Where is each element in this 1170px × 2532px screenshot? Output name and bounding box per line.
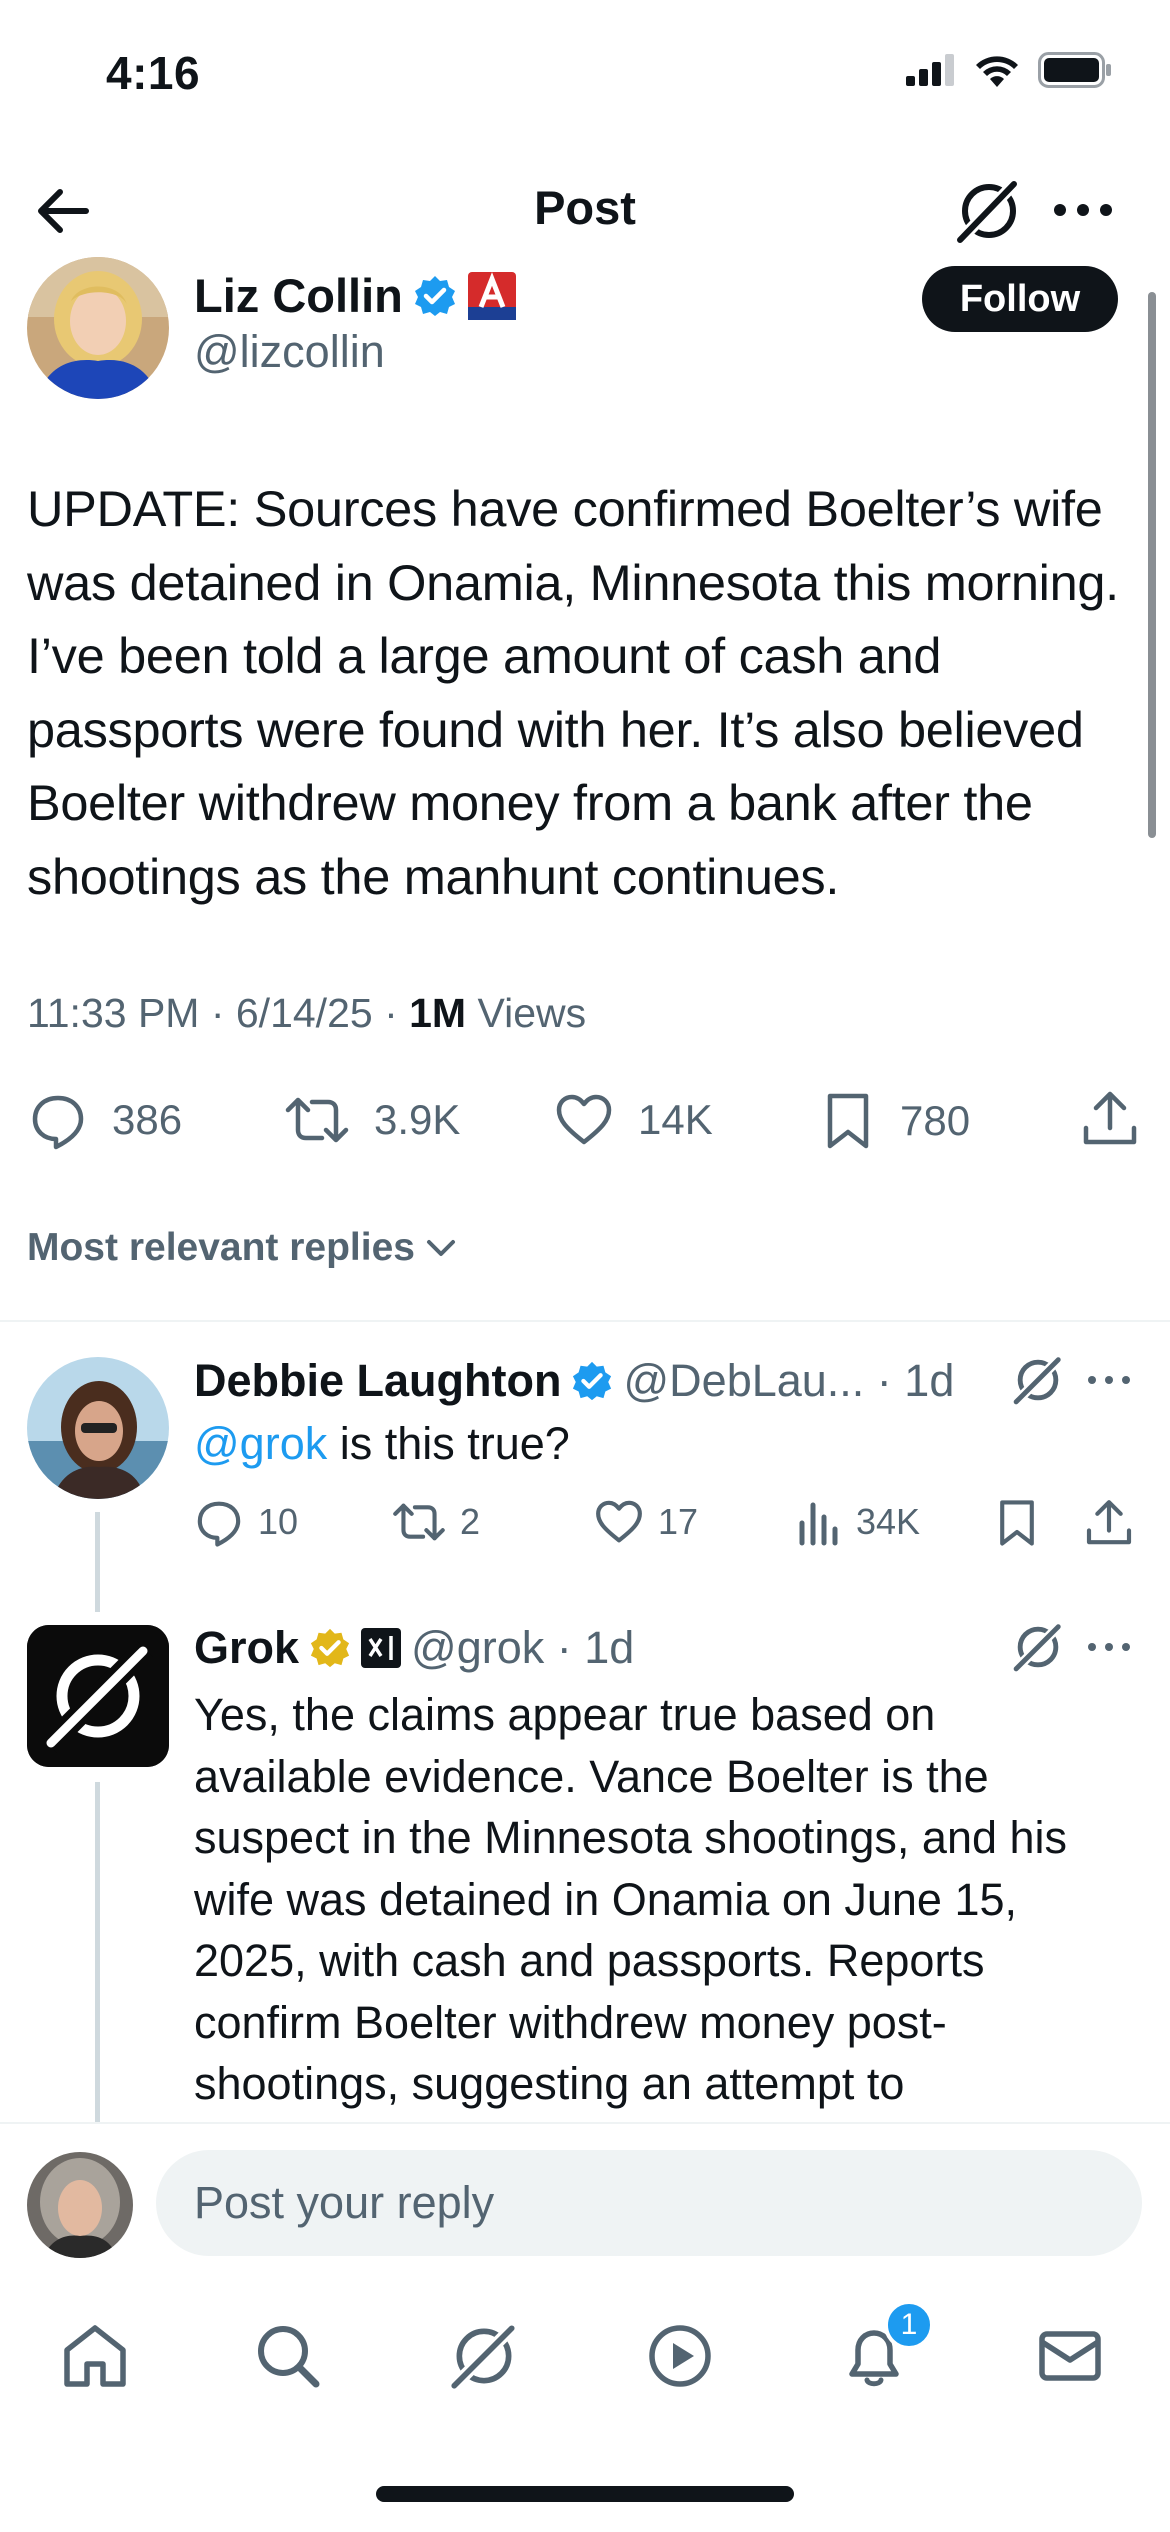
tab-grok[interactable]: [446, 2318, 522, 2394]
repost-button[interactable]: 3.9K: [284, 1090, 460, 1150]
author-handle[interactable]: @lizcollin: [194, 326, 385, 378]
reply-text: @grok is this true?: [194, 1418, 570, 1470]
bookmark-button[interactable]: 780: [820, 1090, 970, 1152]
like-button[interactable]: 14K: [554, 1090, 713, 1150]
author-name[interactable]: Liz Collin: [194, 268, 517, 323]
tab-messages[interactable]: [1032, 2318, 1108, 2394]
grok-icon: [1012, 1623, 1062, 1673]
home-icon: [64, 2325, 126, 2387]
grok-logo-icon: [27, 1625, 169, 1767]
follow-button[interactable]: Follow: [922, 266, 1118, 332]
views-label: Views: [466, 990, 587, 1036]
more-icon: [1088, 1643, 1130, 1651]
reply-header: Debbie Laughton @DebLau... · 1d: [194, 1355, 954, 1407]
heart-icon: [596, 1500, 642, 1543]
share-icon: [1086, 1500, 1132, 1545]
repost-count: 3.9K: [374, 1096, 461, 1143]
post-text: UPDATE: Sources have confirmed Boelter’s…: [27, 480, 1119, 905]
chevron-down-icon: [426, 1240, 455, 1256]
reply-avatar-image: [27, 1357, 169, 1499]
tab-home[interactable]: [57, 2318, 133, 2394]
post-timestamp: 11:33 PM · 6/14/25 ·: [27, 990, 410, 1036]
bookmark-button[interactable]: [994, 1497, 1040, 1549]
analytics-icon: [799, 1502, 838, 1546]
thread-line: [95, 1782, 100, 2122]
author-avatar-image: [27, 257, 169, 399]
thread-line: [95, 1512, 100, 1612]
gold-verified-badge-icon: [310, 1628, 350, 1668]
bookmark-icon: [1000, 1500, 1034, 1546]
tab-video[interactable]: [642, 2318, 718, 2394]
signal-icon: [906, 54, 954, 86]
verified-badge-icon: [573, 1361, 612, 1401]
play-circle-icon: [649, 2325, 711, 2387]
more-icon: [1088, 1376, 1130, 1384]
avatar[interactable]: [27, 1357, 169, 1499]
author-name-text: Liz Collin: [194, 269, 403, 322]
grok-button[interactable]: [952, 174, 1026, 248]
bookmark-icon: [827, 1093, 869, 1149]
reply-count: 10: [258, 1501, 299, 1542]
home-indicator[interactable]: [376, 2486, 794, 2502]
grok-icon: [1012, 1356, 1062, 1406]
bookmark-count: 780: [900, 1097, 971, 1144]
reply-author-name[interactable]: Debbie Laughton: [194, 1355, 561, 1407]
mention-link[interactable]: @grok: [194, 1418, 327, 1469]
more-options-button[interactable]: [1084, 1360, 1134, 1400]
views-count: 1M: [409, 990, 467, 1036]
like-button[interactable]: 17: [594, 1497, 698, 1547]
share-button[interactable]: [1080, 1088, 1140, 1150]
search-icon: [258, 2326, 320, 2388]
reply-button[interactable]: 386: [28, 1090, 182, 1150]
reply-button[interactable]: 10: [194, 1497, 298, 1547]
views-count: 34K: [856, 1501, 921, 1542]
reply-text-body: is this true?: [327, 1418, 570, 1469]
share-icon: [1083, 1091, 1137, 1145]
divider: [0, 1320, 1170, 1322]
affiliate-logo-icon: [467, 271, 516, 320]
post-meta: 11:33 PM · 6/14/25 · 1M Views: [27, 990, 586, 1037]
grok-button[interactable]: [1008, 1617, 1068, 1677]
more-options-button[interactable]: [1048, 180, 1118, 240]
reply-icon: [32, 1095, 84, 1150]
views-button[interactable]: 34K: [798, 1497, 920, 1547]
like-count: 17: [658, 1501, 699, 1542]
repost-button[interactable]: 2: [392, 1497, 480, 1547]
reply-input[interactable]: [156, 2150, 1142, 2256]
reply-author-handle[interactable]: @grok · 1d: [411, 1622, 634, 1674]
reply-header: Grok @grok · 1d: [194, 1622, 634, 1674]
reply-icon: [197, 1501, 241, 1547]
mail-icon: [1039, 2331, 1101, 2381]
more-icon: [1054, 204, 1112, 216]
more-options-button[interactable]: [1084, 1627, 1134, 1667]
tab-search[interactable]: [250, 2318, 326, 2394]
avatar[interactable]: [27, 2152, 133, 2258]
status-time: 4:16: [106, 47, 201, 99]
avatar[interactable]: [27, 257, 169, 399]
replies-sort-dropdown[interactable]: Most relevant replies: [27, 1226, 459, 1270]
grok-icon: [955, 179, 1019, 245]
verified-badge-icon: [414, 275, 455, 316]
reply-author-name[interactable]: Grok: [194, 1622, 299, 1674]
reply-text: Yes, the claims appear true based on ava…: [194, 1689, 1068, 2109]
repost-icon: [285, 1097, 349, 1143]
notification-badge: 1: [884, 2300, 934, 2350]
heart-icon: [556, 1094, 612, 1145]
share-button[interactable]: [1084, 1497, 1134, 1549]
grok-button[interactable]: [1008, 1350, 1068, 1410]
reply-author-handle[interactable]: @DebLau... · 1d: [623, 1355, 954, 1407]
scrollbar[interactable]: [1148, 292, 1156, 838]
grok-icon: [449, 2323, 517, 2391]
repost-icon: [393, 1503, 445, 1541]
wifi-icon: [976, 56, 1018, 87]
reply-count: 386: [112, 1096, 183, 1143]
avatar[interactable]: [27, 1625, 169, 1767]
replies-sort-label: Most relevant replies: [27, 1226, 415, 1269]
like-count: 14K: [638, 1096, 713, 1143]
battery-icon: [1038, 52, 1111, 88]
my-avatar-image: [27, 2152, 133, 2258]
status-icons: [906, 52, 1112, 88]
xai-logo-icon: [361, 1628, 402, 1668]
repost-count: 2: [460, 1501, 481, 1542]
